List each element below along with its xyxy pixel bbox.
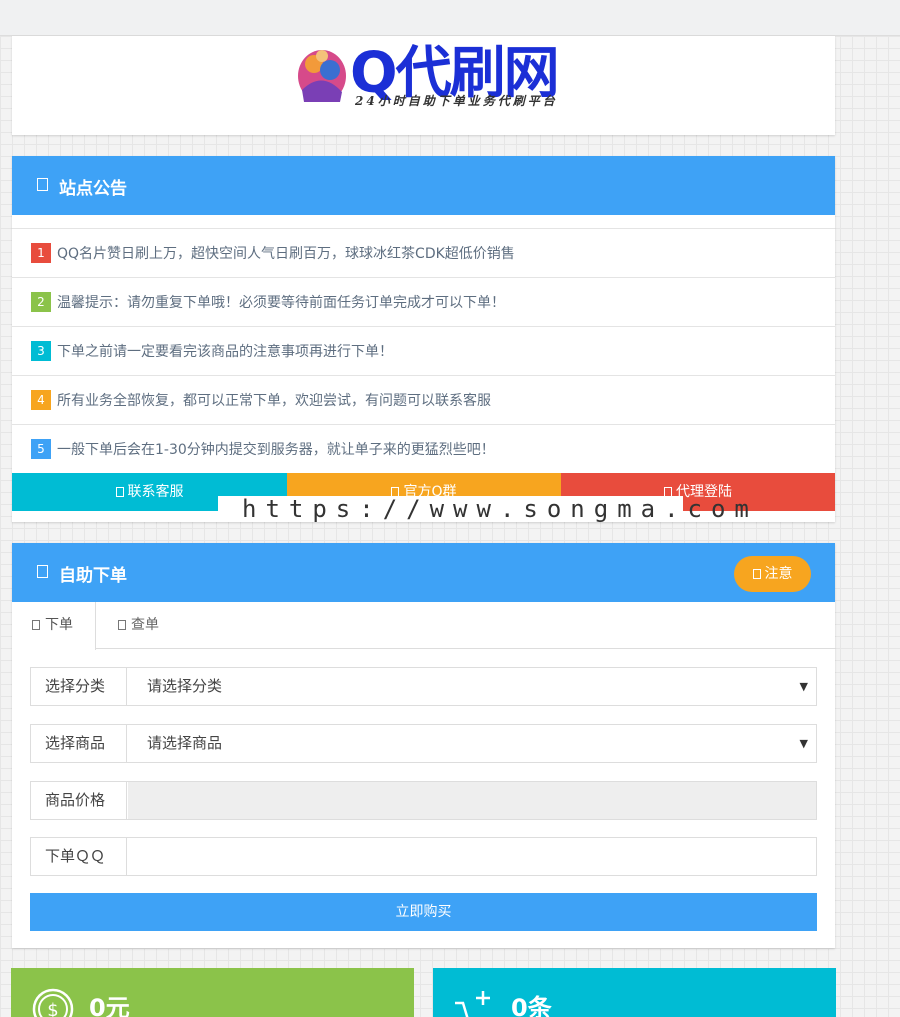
svg-text:$: $	[47, 1000, 58, 1017]
order-header: 自助下单 注意	[12, 543, 835, 602]
list-item-text: 所有业务全部恢复，都可以正常下单，欢迎尝试，有问题可以联系客服	[57, 393, 491, 409]
order-tabs: 下单 查单	[12, 602, 835, 650]
buy-now-button[interactable]: 立即购买	[30, 893, 817, 931]
logo-subtitle: 24小时自助下单业务代刷平台	[355, 94, 558, 108]
tab-label: 下单	[45, 617, 73, 633]
product-select[interactable]: 选择商品 请选择商品 ▼	[30, 724, 817, 763]
dollar-coin-icon: $	[32, 988, 74, 1017]
order-panel: 自助下单 注意 下单 查单 选择分类 请选择分类 ▼ 选择商品 请选择商品 ▼ …	[12, 543, 835, 948]
list-item: 4 所有业务全部恢复，都可以正常下单，欢迎尝试，有问题可以联系客服	[12, 375, 835, 424]
product-label: 选择商品	[31, 725, 127, 762]
price-label: 商品价格	[31, 782, 127, 819]
list-item-text: 一般下单后会在1-30分钟内提交到服务器，就让单子来的更猛烈些吧！	[57, 442, 495, 458]
product-value: 请选择商品	[147, 734, 223, 752]
notice-button[interactable]: 注意	[734, 556, 811, 592]
info-icon	[752, 569, 761, 579]
search-icon	[118, 620, 126, 630]
announcement-panel: 站点公告 1 QQ名片赞日刷上万，超快空间人气日刷百万，球球冰红茶CDK超低价销…	[12, 156, 835, 522]
shopping-bag-icon	[32, 620, 40, 630]
list-item-text: 温馨提示：请勿重复下单哦！必须要等待前面任务订单完成才可以下单！	[57, 295, 505, 311]
category-label: 选择分类	[31, 668, 127, 705]
site-logo[interactable]: Q代刷网 24小时自助下单业务代刷平台	[282, 36, 582, 108]
chevron-down-icon: ▼	[799, 737, 808, 750]
item-number-badge: 1	[31, 243, 51, 263]
price-field: 商品价格	[30, 781, 817, 820]
notice-label: 注意	[764, 566, 793, 582]
stat-value: 0条	[511, 994, 552, 1017]
announcement-header: 站点公告	[12, 156, 835, 215]
category-select[interactable]: 选择分类 请选择分类 ▼	[30, 667, 817, 706]
category-value: 请选择分类	[147, 677, 223, 695]
tab-place-order[interactable]: 下单	[12, 602, 96, 650]
item-number-badge: 5	[31, 439, 51, 459]
stat-card-amount: $ 0元	[11, 968, 414, 1017]
list-item: 5 一般下单后会在1-30分钟内提交到服务器，就让单子来的更猛烈些吧！	[12, 424, 835, 473]
stat-card-orders: 0条	[433, 968, 836, 1017]
tab-query-order[interactable]: 查单	[118, 602, 159, 649]
cart-icon	[37, 565, 48, 578]
cart-add-icon	[455, 991, 490, 1017]
watermark-overlay: https://www.songma.com	[218, 496, 749, 522]
bullhorn-icon	[37, 178, 48, 191]
qq-field[interactable]: 下单ＱＱ	[30, 837, 817, 876]
qq-label: 下单ＱＱ	[31, 838, 127, 875]
logo-panel: Q代刷网 24小时自助下单业务代刷平台	[12, 36, 835, 135]
item-number-badge: 4	[31, 390, 51, 410]
chevron-down-icon: ▼	[799, 680, 808, 693]
list-item-text: 下单之前请一定要看完该商品的注意事项再进行下单！	[57, 344, 393, 360]
user-icon	[115, 487, 124, 497]
stat-value: 0元	[89, 994, 130, 1017]
list-item: 3 下单之前请一定要看完该商品的注意事项再进行下单！	[12, 326, 835, 375]
order-title: 自助下单	[59, 566, 127, 586]
list-item: 2 温馨提示：请勿重复下单哦！必须要等待前面任务订单完成才可以下单！	[12, 277, 835, 326]
contact-service-label: 联系客服	[127, 484, 184, 500]
logo-figure-icon	[298, 50, 346, 102]
announcement-title: 站点公告	[59, 179, 127, 199]
tab-label: 查单	[131, 617, 159, 633]
item-number-badge: 3	[31, 341, 51, 361]
list-item: 1 QQ名片赞日刷上万，超快空间人气日刷百万，球球冰红茶CDK超低价销售	[12, 228, 835, 277]
item-number-badge: 2	[31, 292, 51, 312]
price-value-disabled	[128, 782, 816, 819]
list-item-text: QQ名片赞日刷上万，超快空间人气日刷百万，球球冰红茶CDK超低价销售	[57, 246, 515, 262]
